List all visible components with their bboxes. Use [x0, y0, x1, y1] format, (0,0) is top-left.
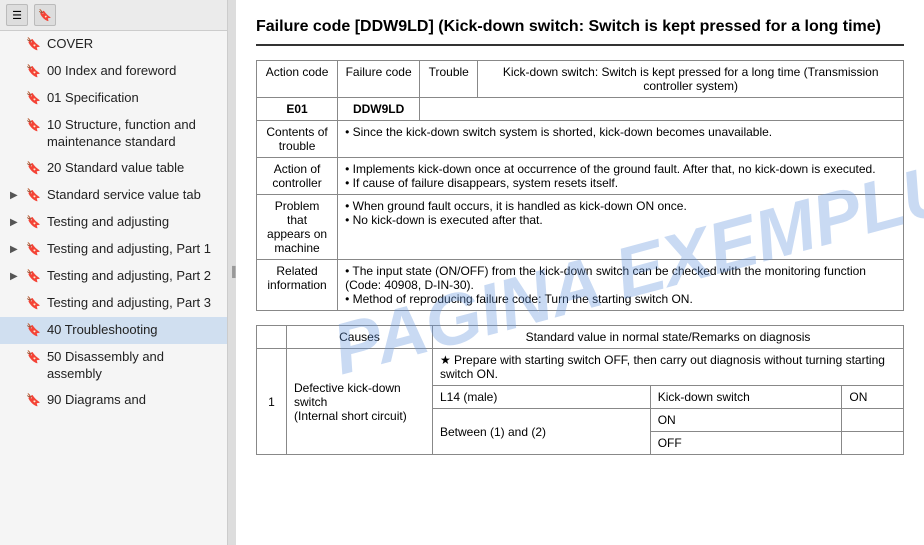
row-problem-label: Problem thatappears onmachine: [257, 195, 338, 260]
cause-on-val: ON: [650, 409, 842, 432]
cause-num-1: 1: [257, 349, 287, 455]
sidebar: ☰ 🔖 ▶ 🔖 COVER ▶ 🔖 00 Index and foreword ▶ 🔖 01 S…: [0, 0, 228, 545]
main-content: PAGINA EXEMPLU Failure code [DDW9LD] (Ki…: [236, 0, 924, 545]
col-trouble-desc: Kick-down switch: Switch is kept pressed…: [478, 61, 904, 98]
row-related-label: Relatedinformation: [257, 260, 338, 311]
failure-value: DDW9LD: [338, 98, 420, 121]
action-value: E01: [257, 98, 338, 121]
sidebar-item-00-index[interactable]: ▶🔖00 Index and foreword: [0, 58, 227, 85]
bookmark-icon-40-trouble: 🔖: [26, 323, 41, 339]
cause-on-label: ON: [842, 386, 904, 409]
expand-arrow-testing-adj-2: ▶: [10, 270, 20, 283]
sidebar-item-90-diagrams[interactable]: ▶🔖90 Diagrams and: [0, 387, 227, 414]
sidebar-item-label-50-disassembly: 50 Disassembly and assembly: [47, 349, 219, 383]
bookmark-icon-testing-adj: 🔖: [26, 215, 41, 231]
bookmark-icon-90-diagrams: 🔖: [26, 393, 41, 409]
bookmark-icon-50-disassembly: 🔖: [26, 350, 41, 366]
row-related-value: • The input state (ON/OFF) from the kick…: [338, 260, 904, 311]
bookmark-icon-00-index: 🔖: [26, 64, 41, 80]
sidebar-item-label-90-diagrams: 90 Diagrams and: [47, 392, 219, 409]
sidebar-item-testing-adj-3[interactable]: ▶🔖Testing and adjusting, Part 3: [0, 290, 227, 317]
sidebar-items: ▶ 🔖 COVER ▶ 🔖 00 Index and foreword ▶ 🔖 01 Speci…: [0, 31, 227, 545]
bookmark-icon-20-standard: 🔖: [26, 161, 41, 177]
bookmark-icon-testing-adj-1: 🔖: [26, 242, 41, 258]
col-trouble: Trouble: [420, 61, 478, 98]
sidebar-item-40-trouble[interactable]: ▶🔖40 Troubleshooting: [0, 317, 227, 344]
row-action-label: Action ofcontroller: [257, 158, 338, 195]
causes-table: Causes Standard value in normal state/Re…: [256, 325, 904, 455]
expand-arrow-testing-adj-1: ▶: [10, 243, 20, 256]
expand-arrow-standard-service: ▶: [10, 189, 20, 202]
bookmark-toolbar-icon[interactable]: 🔖: [34, 4, 56, 26]
bookmark-icon-standard-service: 🔖: [26, 188, 41, 204]
sidebar-item-cover[interactable]: ▶🔖COVER: [0, 31, 227, 58]
sidebar-item-label-20-standard: 20 Standard value table: [47, 160, 219, 177]
sidebar-toolbar: ☰ 🔖: [0, 0, 227, 31]
bookmark-icon-testing-adj-2: 🔖: [26, 269, 41, 285]
cause-desc-1: Defective kick-down switch(Internal shor…: [287, 349, 433, 455]
sidebar-item-label-testing-adj: Testing and adjusting: [47, 214, 219, 231]
row-contents-value: • Since the kick-down switch system is s…: [338, 121, 904, 158]
sidebar-item-label-testing-adj-2: Testing and adjusting, Part 2: [47, 268, 219, 285]
cause-off-val: OFF: [650, 432, 842, 455]
menu-icon[interactable]: ☰: [6, 4, 28, 26]
bookmark-icon-cover: 🔖: [26, 37, 41, 53]
page-title: Failure code [DDW9LD] (Kick-down switch:…: [256, 16, 904, 46]
trouble-value-cell: [420, 98, 904, 121]
cause-off-result: [842, 432, 904, 455]
causes-col-num: [257, 326, 287, 349]
sidebar-item-label-40-trouble: 40 Troubleshooting: [47, 322, 219, 339]
sidebar-item-standard-service[interactable]: ▶ 🔖 Standard service value tab: [0, 182, 227, 209]
cause-connector-label: L14 (male): [432, 386, 650, 409]
sidebar-item-label-10-structure: 10 Structure, function and maintenance s…: [47, 117, 219, 151]
sidebar-item-label-00-index: 00 Index and foreword: [47, 63, 219, 80]
causes-col-causes: Causes: [287, 326, 433, 349]
bookmark-icon-01-spec: 🔖: [26, 91, 41, 107]
row-problem-value: • When ground fault occurs, it is handle…: [338, 195, 904, 260]
info-table: Action code Failure code Trouble Kick-do…: [256, 60, 904, 311]
sidebar-item-label-cover: COVER: [47, 36, 219, 53]
cause-on-result: [842, 409, 904, 432]
row-contents-label: Contents oftrouble: [257, 121, 338, 158]
sidebar-item-50-disassembly[interactable]: ▶🔖50 Disassembly and assembly: [0, 344, 227, 388]
resize-handle[interactable]: ▐: [228, 0, 236, 545]
sidebar-item-testing-adj-1[interactable]: ▶ 🔖 Testing and adjusting, Part 1: [0, 236, 227, 263]
sidebar-item-label-testing-adj-3: Testing and adjusting, Part 3: [47, 295, 219, 312]
sidebar-item-testing-adj-2[interactable]: ▶ 🔖 Testing and adjusting, Part 2: [0, 263, 227, 290]
sidebar-item-label-standard-service: Standard service value tab: [47, 187, 219, 204]
cause-component-label: Kick-down switch: [650, 386, 842, 409]
cause-pins-label: Between (1) and (2): [432, 409, 650, 455]
expand-arrow-testing-adj: ▶: [10, 216, 20, 229]
causes-col-standard: Standard value in normal state/Remarks o…: [432, 326, 903, 349]
col-action-code: Action code: [257, 61, 338, 98]
sidebar-item-testing-adj[interactable]: ▶ 🔖 Testing and adjusting: [0, 209, 227, 236]
row-action-value: • Implements kick-down once at occurrenc…: [338, 158, 904, 195]
sidebar-item-20-standard[interactable]: ▶🔖20 Standard value table: [0, 155, 227, 182]
col-failure-code: Failure code: [338, 61, 420, 98]
cause-note-1: ★ Prepare with starting switch OFF, then…: [432, 349, 903, 386]
bookmark-icon-testing-adj-3: 🔖: [26, 296, 41, 312]
sidebar-item-label-01-spec: 01 Specification: [47, 90, 219, 107]
sidebar-item-label-testing-adj-1: Testing and adjusting, Part 1: [47, 241, 219, 258]
bookmark-icon-10-structure: 🔖: [26, 118, 41, 134]
sidebar-item-01-spec[interactable]: ▶🔖01 Specification: [0, 85, 227, 112]
sidebar-item-10-structure[interactable]: ▶🔖10 Structure, function and maintenance…: [0, 112, 227, 156]
